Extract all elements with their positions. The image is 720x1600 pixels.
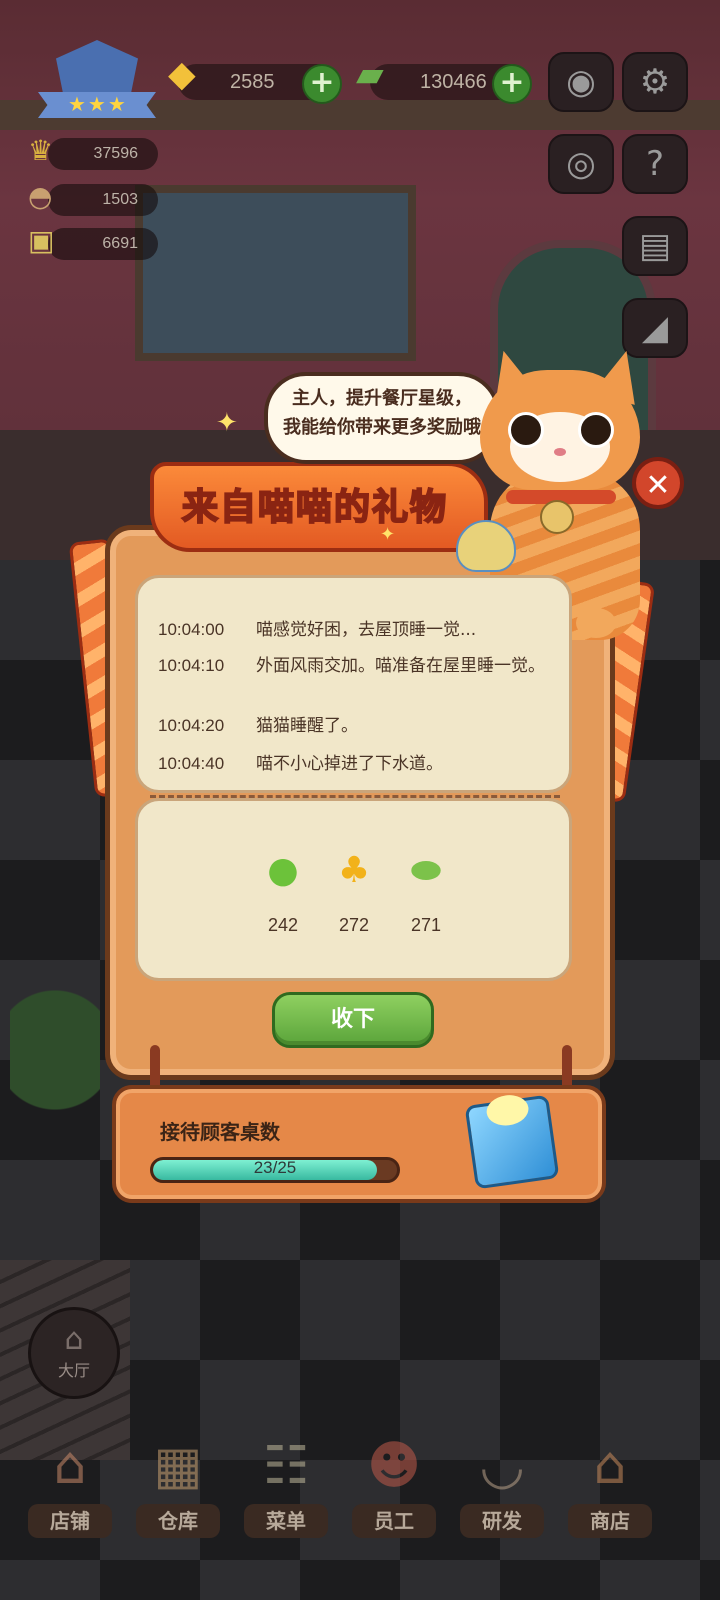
- reward-panel: ● 242 ♣ 272 ⬬ 271: [135, 798, 572, 981]
- eye-icon: ◎: [566, 144, 596, 184]
- add-cash-button[interactable]: +: [492, 64, 532, 104]
- log-time: 10:04:00: [158, 620, 225, 639]
- stat-value-3: 6691: [102, 235, 138, 252]
- event-log-list: 10:04:00 喵感觉好困，去屋顶睡一觉... 10:04:10 外面风雨交加…: [138, 578, 569, 774]
- stat-value-2: 1503: [102, 191, 138, 208]
- reward-box-button[interactable]: [464, 1092, 560, 1190]
- gem-icon: ◆: [168, 54, 196, 95]
- progress-text: 23/25: [253, 1158, 297, 1177]
- hall-label: 大厅: [57, 1361, 90, 1380]
- staff-icon: ☻: [366, 1436, 422, 1496]
- notebook-icon: ▤: [638, 226, 672, 266]
- lime-icon: ●: [267, 850, 299, 891]
- camera-button[interactable]: ◉: [548, 52, 614, 112]
- reward-count: 242: [267, 915, 299, 935]
- close-icon: ✕: [645, 468, 671, 503]
- kitchen-window: [135, 185, 416, 361]
- nav-label: 菜单: [244, 1504, 328, 1538]
- view-button[interactable]: ◎: [548, 134, 614, 194]
- event-log-panel[interactable]: 10:04:00 喵感觉好困，去屋顶睡一觉... 10:04:10 外面风雨交加…: [135, 575, 572, 793]
- bell-icon: [540, 500, 574, 534]
- bell-pepper-icon: ♣: [337, 850, 371, 891]
- stat-value-1: 37596: [93, 145, 139, 162]
- accept-button[interactable]: 收下: [272, 992, 434, 1048]
- hall-button[interactable]: ⌂ 大厅: [28, 1307, 120, 1399]
- box-icon: ▦: [153, 1436, 203, 1496]
- announcement-button[interactable]: ◢: [622, 298, 688, 358]
- cat-speech-bubble: 主人，提升餐厅星级， 我能给你带来更多奖励哦: [264, 372, 500, 464]
- nav-label: 店铺: [28, 1504, 112, 1538]
- log-message: 喵不小心掉进了下水道。: [256, 754, 443, 774]
- nav-item-research[interactable]: ◡ 研发: [452, 1430, 552, 1550]
- reward-count: 271: [410, 915, 442, 935]
- bitter-melon-icon: ⬬: [410, 850, 442, 891]
- notebook-button[interactable]: ▤: [622, 216, 688, 276]
- star-rating-icon: ★★★: [68, 92, 128, 116]
- reward-item: ● 242: [253, 849, 313, 936]
- gift-bag-icon: [456, 520, 516, 572]
- reward-item: ♣ 272: [324, 849, 384, 936]
- stat-pill-3: 6691: [48, 228, 158, 260]
- coupon-icon: ▣: [28, 224, 55, 257]
- bottom-nav: ⌂ 店铺 ▦ 仓库 ☷ 菜单 ☻ 员工 ◡ 研发 ⌂ 商店: [0, 1420, 720, 1600]
- log-row: 10:04:00 喵感觉好困，去屋顶睡一觉...: [138, 616, 569, 646]
- nav-item-store[interactable]: ⌂ 商店: [560, 1430, 660, 1550]
- reward-count: 272: [338, 915, 370, 935]
- log-time: 10:04:20: [158, 716, 225, 735]
- log-row: 10:04:10 外面风雨交加。喵准备在屋里睡一觉。: [138, 652, 569, 710]
- nav-label: 仓库: [136, 1504, 220, 1538]
- dialog-title: 来自喵喵的礼物: [181, 486, 448, 529]
- megaphone-icon: ◢: [641, 308, 669, 348]
- nav-item-menu[interactable]: ☷ 菜单: [236, 1430, 336, 1550]
- speech-line-1: 主人，提升餐厅星级，: [292, 388, 472, 409]
- log-row: 10:04:40 喵不小心掉进了下水道。: [138, 750, 569, 784]
- nav-item-staff[interactable]: ☻ 员工: [344, 1430, 444, 1550]
- sparkle-icon: ✦: [216, 408, 238, 438]
- dish-cover-icon: ◓: [28, 180, 53, 213]
- sparkle-icon: ✦: [380, 524, 396, 545]
- trophy-icon: ♛: [28, 134, 54, 167]
- log-message: 外面风雨交加。喵准备在屋里睡一觉。: [256, 656, 545, 676]
- gear-icon: ⚙: [639, 62, 671, 102]
- clipboard-icon: ☷: [262, 1436, 310, 1496]
- guide-button[interactable]: ?: [622, 134, 688, 194]
- add-gems-button[interactable]: +: [302, 64, 342, 104]
- cooking-pot-icon: ◡: [479, 1436, 525, 1496]
- camera-icon: ◉: [566, 62, 596, 102]
- reward-item: ⬬ 271: [396, 849, 456, 936]
- gem-count: 2585: [230, 71, 275, 93]
- log-row: 10:04:20 猫猫睡醒了。: [138, 712, 569, 746]
- progress-label: 接待顾客桌数: [160, 1120, 280, 1144]
- nav-label: 员工: [352, 1504, 436, 1538]
- log-message: 喵感觉好困，去屋顶睡一觉...: [256, 620, 477, 640]
- log-message: 猫猫睡醒了。: [256, 716, 358, 736]
- nav-item-warehouse[interactable]: ▦ 仓库: [128, 1430, 228, 1550]
- cash-count: 130466: [420, 71, 487, 93]
- restaurant-star-badge[interactable]: ★★★: [38, 40, 156, 126]
- hall-icon: ⌂: [64, 1322, 84, 1357]
- settings-button[interactable]: ⚙: [622, 52, 688, 112]
- stat-pill-2: 1503: [48, 184, 158, 216]
- storefront-icon: ⌂: [53, 1436, 87, 1496]
- store-icon: ⌂: [593, 1436, 627, 1496]
- potted-plant: [10, 990, 100, 1190]
- nav-label: 研发: [460, 1504, 544, 1538]
- help-book-icon: ?: [645, 144, 665, 184]
- speech-line-2: 我能给你带来更多奖励哦: [283, 417, 481, 438]
- log-time: 10:04:10: [158, 656, 225, 675]
- nav-item-shop-front[interactable]: ⌂ 店铺: [20, 1430, 120, 1550]
- log-time: 10:04:40: [158, 754, 225, 773]
- stat-pill-1: 37596: [48, 138, 158, 170]
- cash-icon: ▰: [356, 54, 384, 95]
- nav-label: 商店: [568, 1504, 652, 1538]
- close-button[interactable]: ✕: [632, 457, 684, 509]
